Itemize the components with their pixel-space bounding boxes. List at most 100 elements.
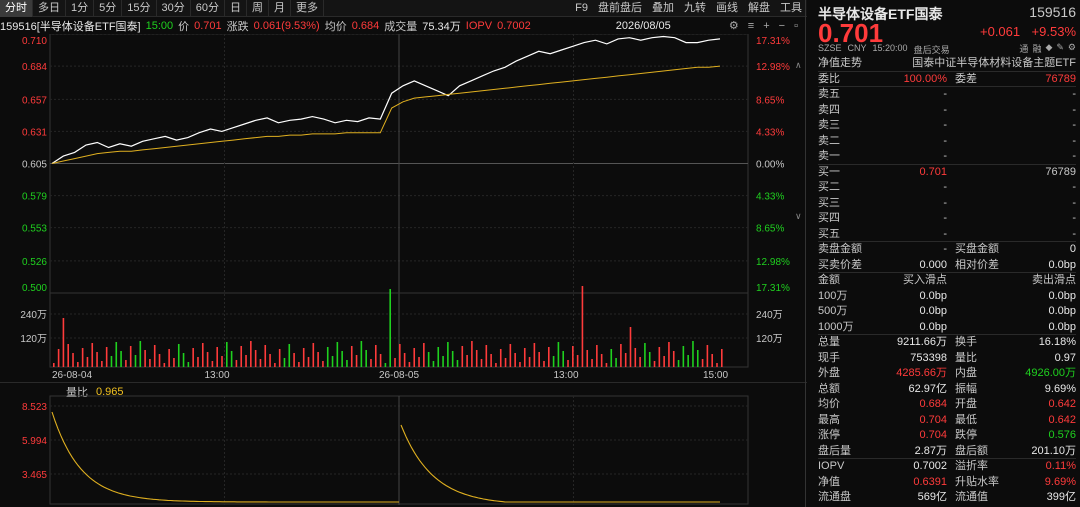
- volume-ratio-chart[interactable]: 8.523 5.994 3.465: [0, 395, 805, 507]
- session: 盘后交易: [913, 45, 950, 55]
- tool-button-0[interactable]: F9: [570, 0, 593, 17]
- slip-buy: 0.0bp: [919, 305, 947, 317]
- volume-bar: [245, 355, 247, 367]
- settings-icon[interactable]: ⚙: [729, 19, 739, 32]
- tool-button-4[interactable]: 画线: [711, 0, 743, 17]
- tab-8[interactable]: 周: [247, 0, 269, 17]
- sell-level-label: 卖三: [818, 119, 840, 131]
- tab-7[interactable]: 日: [225, 0, 247, 17]
- buy-level-label: 买一: [818, 165, 840, 178]
- volume-bar: [591, 359, 593, 367]
- buy-level-label: 买二: [818, 181, 840, 193]
- stat-value-2: 0.576: [1048, 429, 1076, 441]
- panel-row: 净值 0.6391 升贴水率 9.69%: [818, 475, 1076, 491]
- zoom-in-icon[interactable]: +: [763, 20, 769, 32]
- volume-bar: [240, 346, 243, 367]
- volume-bar: [62, 318, 65, 367]
- side-collapse-arrows[interactable]: ∧ ∨: [795, 60, 805, 222]
- tab-6[interactable]: 60分: [191, 0, 225, 17]
- volume-bar: [96, 352, 98, 367]
- volume-bar: [254, 350, 257, 367]
- tab-3[interactable]: 5分: [94, 0, 123, 17]
- tool-button-3[interactable]: 九转: [679, 0, 711, 17]
- sell-level-price: -: [943, 150, 947, 162]
- infobar-iopv: 0.7002: [497, 19, 531, 32]
- spread: 0.000: [919, 258, 947, 271]
- volume-bar: [139, 341, 142, 367]
- volume-bar: [403, 353, 406, 367]
- tab-9[interactable]: 月: [269, 0, 291, 17]
- volume-bar: [360, 341, 363, 367]
- volume-ratio-line: [51, 411, 720, 503]
- volume-bar: [201, 343, 204, 367]
- price-tick-label: 0.579: [22, 192, 47, 203]
- volume-bar: [562, 351, 565, 367]
- volume-bar: [134, 355, 137, 367]
- finance-badge[interactable]: 融: [1032, 42, 1041, 55]
- slip-buy: 0.0bp: [919, 289, 947, 302]
- volume-bar: [557, 342, 560, 367]
- pct-tick-label: 12.98%: [756, 257, 790, 268]
- tab-4[interactable]: 15分: [122, 0, 157, 17]
- menu-icon[interactable]: ≡: [748, 20, 754, 32]
- volume-bar: [461, 346, 464, 367]
- intraday-chart[interactable]: 0.710 17.31% 0.684 12.98% 0.657 8.65% 0.631 4.3…: [0, 34, 805, 382]
- volume-bar: [504, 358, 507, 367]
- buy-level-vol: -: [1072, 196, 1076, 209]
- margin-badge[interactable]: 通: [1019, 42, 1028, 55]
- collapse-up-icon[interactable]: ∧: [795, 60, 805, 71]
- volume-bar: [153, 345, 156, 367]
- buy-level-label: 买三: [818, 196, 840, 209]
- tool-button-2[interactable]: 叠加: [647, 0, 679, 17]
- tab-10[interactable]: 更多: [291, 0, 324, 17]
- diamond-icon[interactable]: ◆: [1045, 42, 1052, 55]
- collapse-down-icon[interactable]: ∨: [795, 211, 805, 222]
- infobar-change-label: 涨跌: [226, 20, 249, 33]
- sub-tick-label: 8.523: [22, 402, 47, 413]
- edit-icon[interactable]: ✎: [1056, 42, 1064, 55]
- tab-1[interactable]: 多日: [33, 0, 66, 17]
- tab-2[interactable]: 1分: [66, 0, 95, 17]
- volume-bar: [336, 342, 339, 367]
- volume-bar: [547, 347, 550, 367]
- exchange: SZSE: [818, 43, 842, 53]
- tool-button-6[interactable]: 工具: [775, 0, 807, 17]
- stat-label-2: 换手: [955, 336, 977, 348]
- tab-0[interactable]: 分时: [0, 0, 33, 17]
- volume-bar: [523, 348, 526, 367]
- panel-row: 买二 - -: [818, 180, 1076, 196]
- price-tick-label: 0.710: [22, 36, 47, 47]
- stat-value: 62.97亿: [908, 382, 947, 395]
- settings-icon[interactable]: ⚙: [1068, 42, 1076, 55]
- volume-bar: [389, 289, 392, 367]
- panel-row: 买卖价差 0.000 相对价差 0.0bp: [818, 258, 1076, 273]
- volume-bar: [692, 341, 694, 367]
- tool-button-1[interactable]: 盘前盘后: [593, 0, 647, 17]
- slip-amt: 500万: [818, 305, 848, 317]
- volume-bar: [211, 361, 214, 367]
- panel-pct: +9.53%: [1031, 24, 1076, 39]
- volume-bar: [624, 353, 627, 367]
- infobar-volume: 75.34万: [422, 20, 461, 33]
- volume-bar: [552, 356, 555, 367]
- zoom-out-icon[interactable]: −: [779, 20, 785, 32]
- panel-row: 外盘 4285.66万 内盘 4926.00万: [818, 366, 1076, 382]
- stat-value-2: 4926.00万: [1025, 367, 1076, 379]
- tool-button-5[interactable]: 解盘: [743, 0, 775, 17]
- stat2-label-2: 流通值: [955, 491, 988, 503]
- stat2-value: 0.6391: [913, 475, 947, 488]
- series-line-1: [51, 65, 721, 164]
- volume-bar: [716, 363, 718, 367]
- volume-bar: [442, 356, 444, 367]
- tab-5[interactable]: 30分: [157, 0, 191, 17]
- window-icon[interactable]: ▫: [794, 20, 798, 32]
- volume-bar: [634, 348, 637, 367]
- volume-bar: [706, 345, 709, 367]
- volume-bar: [115, 342, 118, 367]
- panel-row: 买四 - -: [818, 211, 1076, 227]
- price-tick-label: 0.684: [22, 62, 47, 73]
